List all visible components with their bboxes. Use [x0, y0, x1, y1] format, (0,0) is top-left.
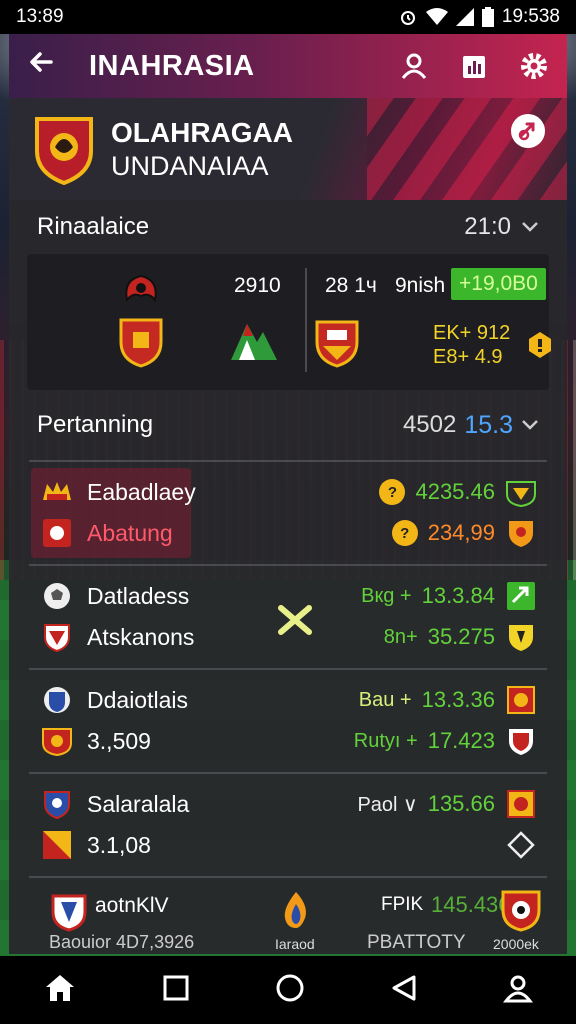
home-circle-icon[interactable]	[275, 973, 305, 1008]
match-card[interactable]: 2910 28 1ч 9nish +19,0B0 EK+ 912 E8+ 4.9	[27, 254, 551, 390]
soccer-ball-icon	[44, 583, 70, 609]
crown-badge-icon	[43, 482, 71, 500]
warning-hex-icon	[529, 332, 551, 358]
section2-value-a: 4502	[402, 411, 457, 438]
club-crest-icon	[35, 117, 93, 185]
odds-badge[interactable]: +19,0B0	[451, 268, 546, 300]
chevron-down-icon[interactable]	[521, 218, 539, 236]
alarm-icon	[400, 11, 415, 25]
team-header: OLAHRAGAA UNDANAIAA	[9, 98, 567, 200]
team-name: Eabadlaey	[87, 478, 196, 505]
crossed-tools-icon	[278, 605, 312, 635]
league-emblem-icon	[125, 274, 157, 303]
shield-badge-icon	[43, 831, 71, 859]
row-value: 17.423	[427, 728, 495, 753]
flame-icon	[284, 892, 306, 928]
label-b: FPIK	[381, 894, 424, 915]
section-title: Rinaalaice	[37, 213, 150, 240]
team-name-line2: UNDANAIAA	[111, 150, 269, 181]
team-name: Datladess	[87, 582, 190, 609]
shield-badge-icon	[43, 519, 71, 547]
trend-badge-icon	[507, 582, 535, 610]
section2-title: Pertanning	[37, 411, 154, 438]
section2-value-b: 15.3	[464, 410, 513, 439]
shield-badge-icon	[44, 624, 70, 653]
chevron-down-icon[interactable]	[521, 416, 539, 434]
team-name: 3.,509	[87, 727, 151, 754]
settings-gear-icon[interactable]	[519, 51, 549, 81]
stats-icon[interactable]	[459, 51, 489, 81]
row-value: 234,99	[427, 520, 495, 545]
list-item[interactable]: Salaralala 3.1,08 Paol ∨ 135.66	[29, 772, 547, 876]
stat-line-1: EK+ 912	[433, 322, 511, 344]
label-d: 2000ek	[493, 936, 539, 952]
list-item[interactable]: Eabadlaey Abatung ? 4235.46 ? 234,99	[29, 460, 547, 564]
red-shield-icon	[509, 729, 533, 755]
row-value: 13.3.84	[421, 583, 495, 608]
mid-label: Iaraod	[275, 936, 315, 952]
player-name: aotnKlV	[95, 894, 169, 917]
match-time-a: 28 1ч	[325, 274, 377, 297]
app-window: INAHRASIA OLAHRAGAA UNDANAIAA Rinaalaice…	[9, 34, 567, 954]
opponent-badge-icon	[315, 320, 359, 368]
team-name: Ddaiotlais	[87, 686, 188, 713]
coin-icon: ?	[391, 520, 418, 546]
signal-icon	[455, 8, 474, 26]
team-name: Atskanons	[87, 623, 195, 650]
list-item[interactable]: aotnKlV Baouior 4D7,3926 Iaraod FPIK 145…	[29, 876, 547, 954]
diamond-icon[interactable]	[505, 829, 537, 861]
status-time: 13:89	[16, 6, 64, 27]
list-item[interactable]: Ddaiotlais 3.,509 Bau + 13.3.36 Rutyı + …	[29, 668, 547, 772]
orange-shield-icon	[509, 521, 533, 547]
player-sub: Baouior 4D7,3926	[49, 932, 195, 952]
stat-line-2: E8+ 4.9	[433, 346, 503, 368]
coin-icon: ?	[379, 479, 406, 505]
team-crest-icon	[506, 481, 536, 508]
home-team-badge-icon	[119, 318, 163, 368]
status-clock: 19:538	[501, 6, 560, 27]
account-icon[interactable]	[503, 973, 534, 1008]
blue-shield-icon	[44, 791, 70, 820]
back-triangle-icon[interactable]	[390, 974, 418, 1007]
section-header-results[interactable]: Rinaalaice 21:0	[9, 200, 567, 254]
yellow-shield-icon	[509, 625, 533, 651]
team-name-line1: OLAHRAGAA	[111, 116, 293, 148]
section-value: 21:0	[464, 213, 511, 240]
team-name: Abatung	[87, 519, 173, 546]
profile-icon[interactable]	[399, 51, 429, 81]
row-label: Paol ∨	[357, 793, 418, 816]
section-header-rankings[interactable]: Pertanning 4502 15.3	[9, 390, 567, 460]
team-name: 3.1,08	[87, 831, 151, 858]
row-value: 135.66	[427, 791, 495, 816]
row-value: 4235.46	[415, 479, 495, 504]
app-title: INAHRASIA	[89, 49, 255, 82]
row-value: 35.275	[427, 624, 495, 649]
label-c: PBATTOTY	[367, 932, 466, 953]
team-name: Salaralala	[87, 790, 190, 817]
player-badge-icon	[51, 894, 87, 932]
row-label: Bкg +	[361, 584, 412, 607]
club-crest-icon	[501, 890, 541, 932]
team-crest-icon	[507, 686, 535, 714]
row-value: 13.3.36	[421, 687, 495, 712]
blue-crest-icon	[44, 687, 70, 713]
team-crest-icon	[507, 790, 535, 818]
away-team-badge-icon	[231, 324, 277, 360]
match-score-left: 2910	[234, 274, 281, 297]
list-item[interactable]: Datladess Atskanons Bкg + 13.3.84 8n+ 35…	[29, 564, 547, 668]
row-label: Rutyı +	[353, 729, 418, 752]
shield-badge-icon	[42, 728, 72, 757]
wifi-icon	[425, 8, 448, 25]
recent-apps-icon[interactable]	[162, 974, 190, 1007]
row-label: Bau +	[358, 688, 412, 711]
home-icon[interactable]	[43, 971, 77, 1010]
app-bar: INAHRASIA	[9, 34, 567, 98]
row-label: 8n+	[383, 625, 418, 648]
back-arrow-icon[interactable]	[27, 48, 67, 84]
share-icon[interactable]	[511, 114, 545, 148]
battery-icon	[481, 7, 494, 27]
status-bar: 13:89 19:538	[0, 0, 576, 34]
bottom-nav	[0, 956, 576, 1024]
match-time-b: 9nish	[395, 274, 446, 297]
